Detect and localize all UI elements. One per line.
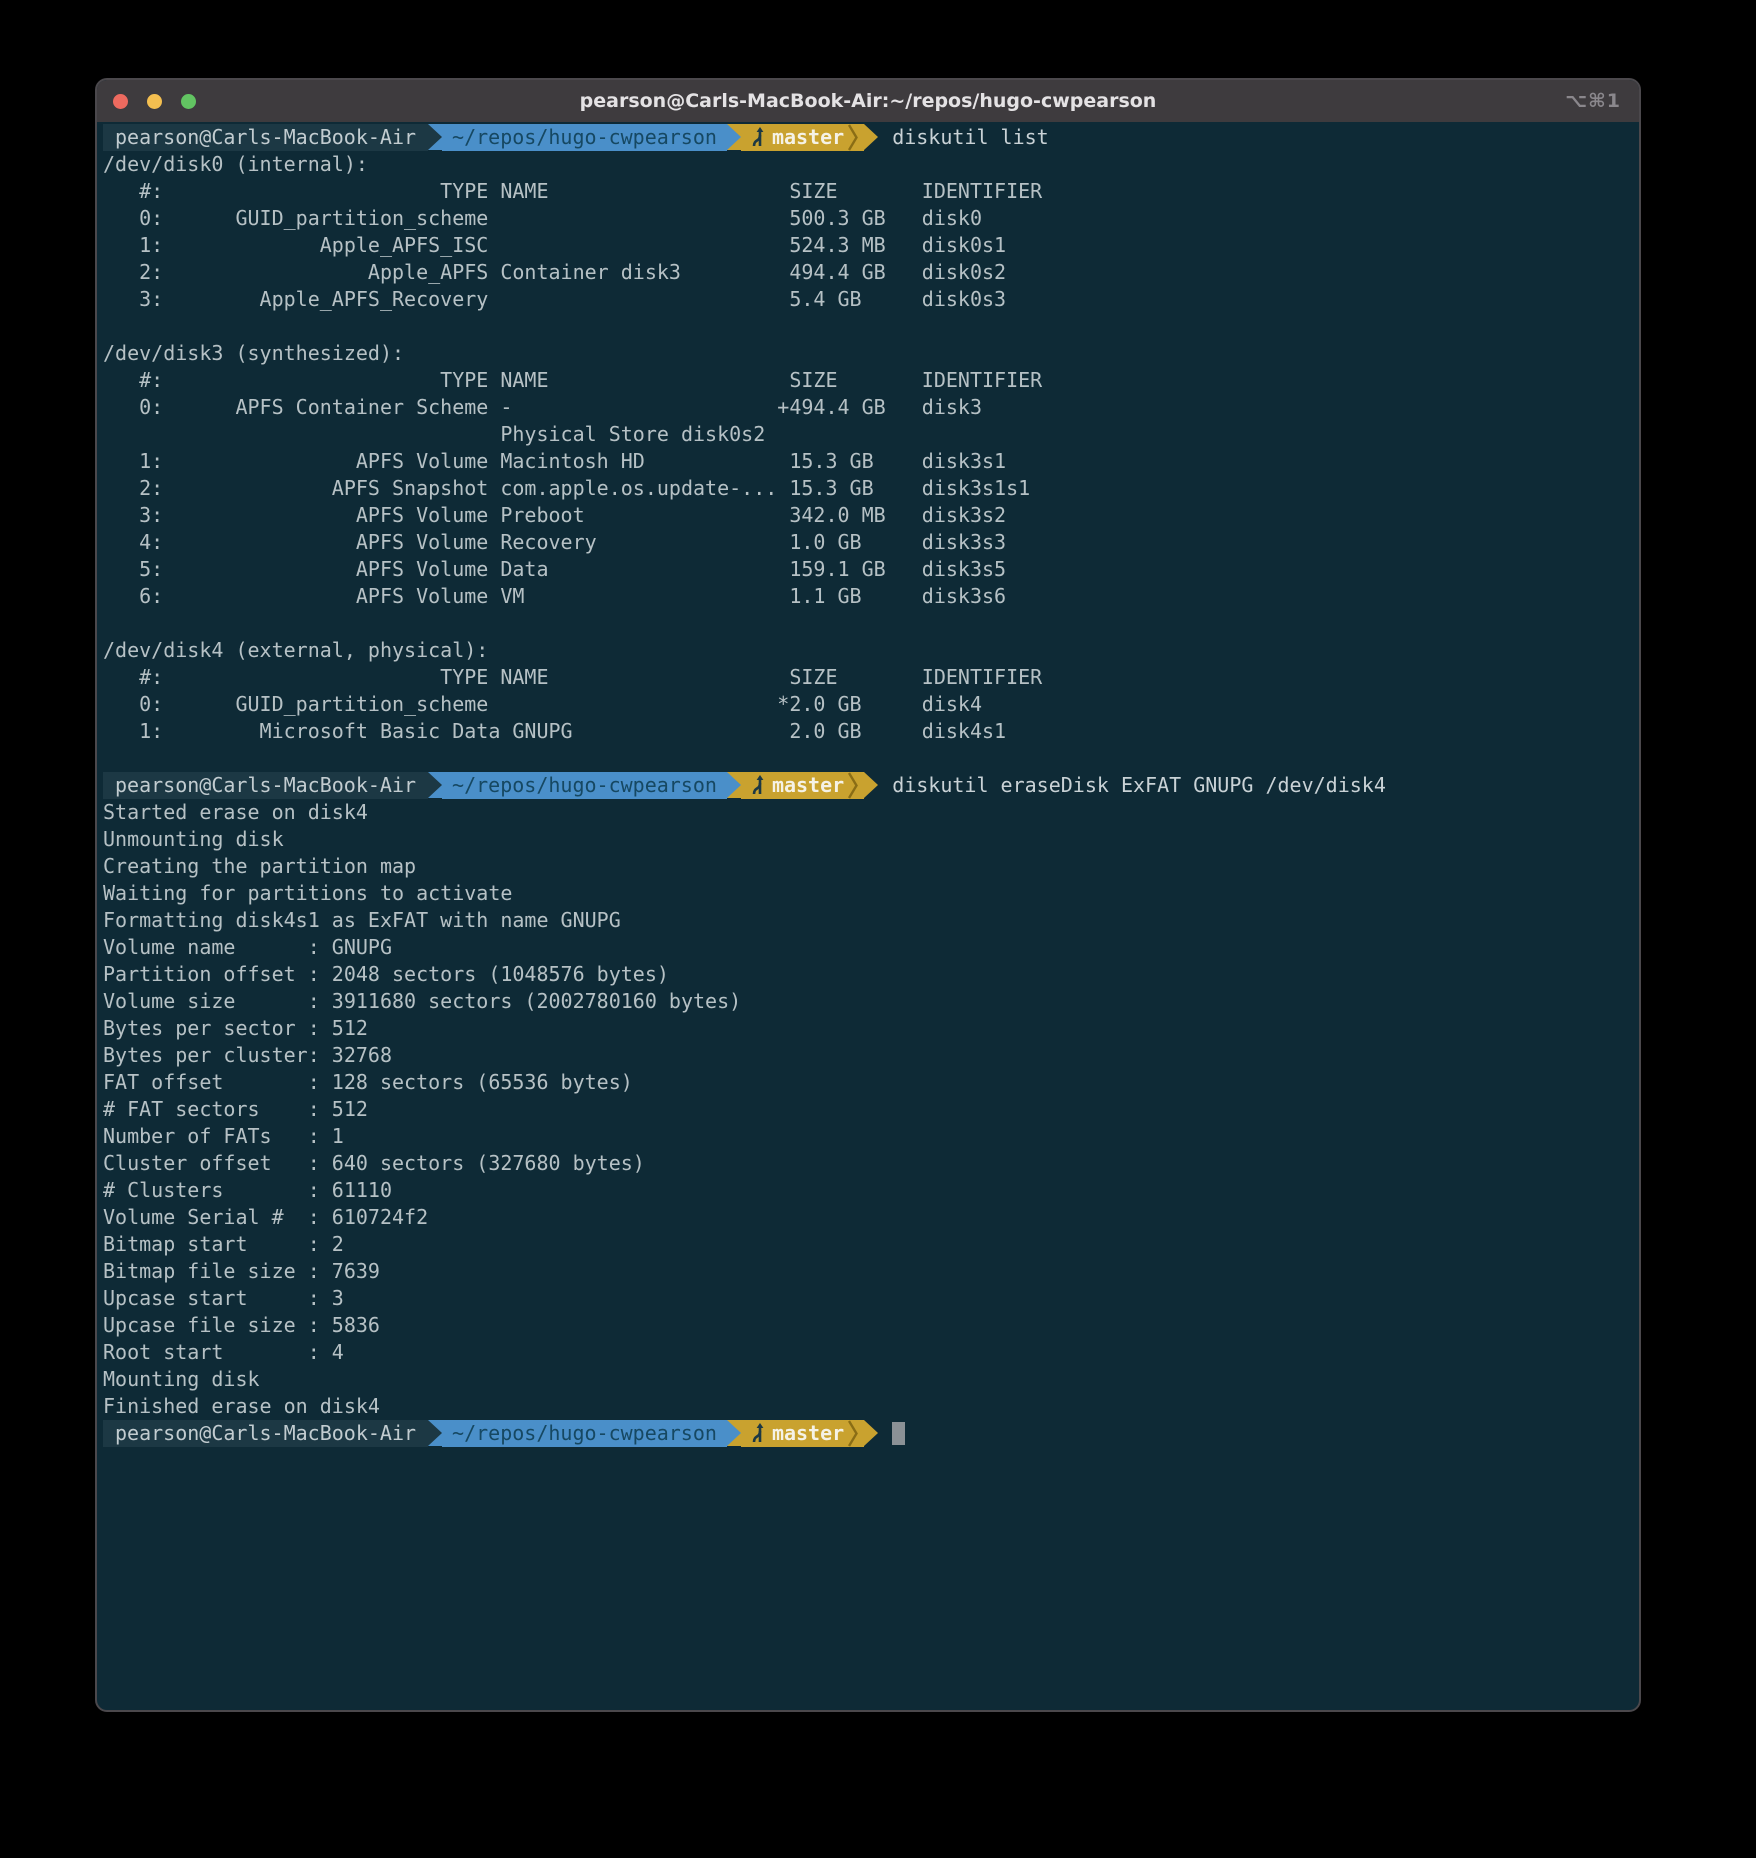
terminal-text-line: 3: APFS Volume Preboot 342.0 MB disk3s2	[103, 502, 1633, 529]
prompt-git-segment: master	[741, 124, 846, 151]
git-branch-label: master	[772, 124, 844, 151]
terminal-text-line: 1: APFS Volume Macintosh HD 15.3 GB disk…	[103, 448, 1633, 475]
terminal-text-line: Volume name : GNUPG	[103, 934, 1633, 961]
prompt-line: pearson@Carls-MacBook-Air ~/repos/hugo-cw…	[103, 124, 1633, 151]
prompt-end-chevron	[846, 124, 864, 151]
terminal-text-line: Started erase on disk4	[103, 799, 1633, 826]
terminal-text-line: 0: GUID_partition_scheme 500.3 GB disk0	[103, 205, 1633, 232]
command-text: diskutil list	[892, 124, 1049, 151]
terminal-text-line: Bitmap start : 2	[103, 1231, 1633, 1258]
git-branch-label: master	[772, 772, 844, 799]
terminal-text-line: Finished erase on disk4	[103, 1393, 1633, 1420]
powerline-arrow-icon	[428, 772, 442, 798]
terminal-window: pearson@Carls-MacBook-Air:~/repos/hugo-c…	[95, 78, 1641, 1712]
prompt-git-segment: master	[741, 772, 846, 799]
terminal-text-line: Number of FATs : 1	[103, 1123, 1633, 1150]
prompt-git-segment: master	[741, 1420, 846, 1447]
prompt-directory-segment: ~/repos/hugo-cwpearson	[442, 1420, 727, 1447]
terminal-text-line: 1: Apple_APFS_ISC 524.3 MB disk0s1	[103, 232, 1633, 259]
terminal-text-line: Physical Store disk0s2	[103, 421, 1633, 448]
prompt-user-segment: pearson@Carls-MacBook-Air	[103, 1420, 428, 1447]
powerline-arrow-icon	[864, 1420, 878, 1446]
terminal-text-line: 1: Microsoft Basic Data GNUPG 2.0 GB dis…	[103, 718, 1633, 745]
prompt-user-segment: pearson@Carls-MacBook-Air	[103, 124, 428, 151]
terminal-text-line: Waiting for partitions to activate	[103, 880, 1633, 907]
terminal-text-line: Upcase start : 3	[103, 1285, 1633, 1312]
terminal-text-line: FAT offset : 128 sectors (65536 bytes)	[103, 1069, 1633, 1096]
git-branch-icon	[749, 126, 765, 149]
prompt-line: pearson@Carls-MacBook-Air ~/repos/hugo-cw…	[103, 772, 1633, 799]
minimize-button[interactable]	[147, 94, 162, 109]
terminal-text-line: Creating the partition map	[103, 853, 1633, 880]
prompt-line: pearson@Carls-MacBook-Air ~/repos/hugo-cw…	[103, 1420, 1633, 1447]
git-branch-icon	[749, 1422, 765, 1445]
terminal-text-line: Bytes per sector : 512	[103, 1015, 1633, 1042]
terminal-text-line: 0: APFS Container Scheme - +494.4 GB dis…	[103, 394, 1633, 421]
terminal-text-line: Root start : 4	[103, 1339, 1633, 1366]
window-title: pearson@Carls-MacBook-Air:~/repos/hugo-c…	[580, 90, 1157, 112]
terminal-text-line: Formatting disk4s1 as ExFAT with name GN…	[103, 907, 1633, 934]
prompt-directory-segment: ~/repos/hugo-cwpearson	[442, 772, 727, 799]
powerline-arrow-icon	[864, 124, 878, 150]
terminal-text-line: Bytes per cluster: 32768	[103, 1042, 1633, 1069]
terminal-text-line: Unmounting disk	[103, 826, 1633, 853]
terminal-text-line: Upcase file size : 5836	[103, 1312, 1633, 1339]
terminal-text-line: 2: Apple_APFS Container disk3 494.4 GB d…	[103, 259, 1633, 286]
terminal-text-line: # Clusters : 61110	[103, 1177, 1633, 1204]
terminal-text-line: 2: APFS Snapshot com.apple.os.update-...…	[103, 475, 1633, 502]
terminal-text-line: #: TYPE NAME SIZE IDENTIFIER	[103, 178, 1633, 205]
powerline-arrow-icon	[864, 772, 878, 798]
command-text: diskutil eraseDisk ExFAT GNUPG /dev/disk…	[892, 772, 1386, 799]
terminal-text-line	[103, 745, 1633, 772]
zoom-button[interactable]	[181, 94, 196, 109]
traffic-lights	[113, 80, 196, 122]
chevron-right-icon	[848, 1420, 858, 1447]
terminal-text-line	[103, 610, 1633, 637]
terminal-text-line: Volume Serial # : 610724f2	[103, 1204, 1633, 1231]
powerline-arrow-icon	[727, 1420, 741, 1446]
prompt-end-chevron	[846, 772, 864, 799]
terminal-text-line: /dev/disk3 (synthesized):	[103, 340, 1633, 367]
terminal-text-line: # FAT sectors : 512	[103, 1096, 1633, 1123]
terminal-text-line: 0: GUID_partition_scheme *2.0 GB disk4	[103, 691, 1633, 718]
terminal-text-line: 3: Apple_APFS_Recovery 5.4 GB disk0s3	[103, 286, 1633, 313]
terminal-text-line: 5: APFS Volume Data 159.1 GB disk3s5	[103, 556, 1633, 583]
terminal-text-line	[103, 313, 1633, 340]
git-branch-label: master	[772, 1420, 844, 1447]
powerline-arrow-icon	[727, 772, 741, 798]
prompt-user-segment: pearson@Carls-MacBook-Air	[103, 772, 428, 799]
terminal-cursor	[892, 1422, 905, 1445]
terminal-text-line: #: TYPE NAME SIZE IDENTIFIER	[103, 367, 1633, 394]
keyboard-shortcut-label: ⌥⌘1	[1565, 80, 1621, 122]
powerline-arrow-icon	[428, 1420, 442, 1446]
terminal-text-line: /dev/disk0 (internal):	[103, 151, 1633, 178]
terminal-text-line: Volume size : 3911680 sectors (200278016…	[103, 988, 1633, 1015]
terminal-text-line: Mounting disk	[103, 1366, 1633, 1393]
powerline-arrow-icon	[428, 124, 442, 150]
close-button[interactable]	[113, 94, 128, 109]
terminal-text-line: Bitmap file size : 7639	[103, 1258, 1633, 1285]
terminal-text-line: /dev/disk4 (external, physical):	[103, 637, 1633, 664]
terminal-text-line: 6: APFS Volume VM 1.1 GB disk3s6	[103, 583, 1633, 610]
powerline-arrow-icon	[727, 124, 741, 150]
terminal-text-line: #: TYPE NAME SIZE IDENTIFIER	[103, 664, 1633, 691]
terminal-text-line: Partition offset : 2048 sectors (1048576…	[103, 961, 1633, 988]
terminal-text-line: Cluster offset : 640 sectors (327680 byt…	[103, 1150, 1633, 1177]
chevron-right-icon	[848, 124, 858, 151]
window-titlebar[interactable]: pearson@Carls-MacBook-Air:~/repos/hugo-c…	[97, 80, 1639, 122]
chevron-right-icon	[848, 772, 858, 799]
prompt-end-chevron	[846, 1420, 864, 1447]
git-branch-icon	[749, 774, 765, 797]
terminal-output[interactable]: pearson@Carls-MacBook-Air ~/repos/hugo-cw…	[97, 122, 1639, 1710]
terminal-text-line: 4: APFS Volume Recovery 1.0 GB disk3s3	[103, 529, 1633, 556]
prompt-directory-segment: ~/repos/hugo-cwpearson	[442, 124, 727, 151]
